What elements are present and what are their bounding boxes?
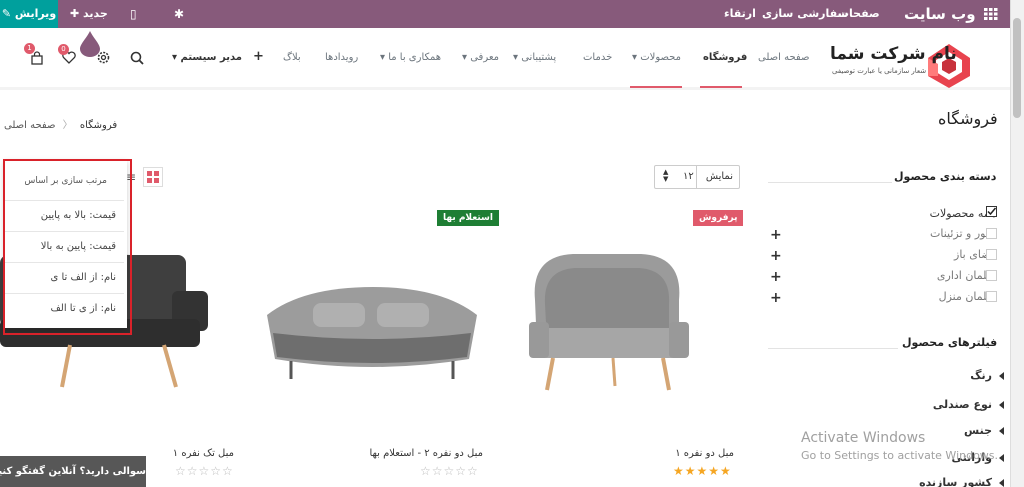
search-icon[interactable]: [130, 51, 144, 65]
caret-left-icon: [999, 479, 1004, 487]
category-home-checkbox[interactable]: [986, 291, 997, 302]
nav-shop-underline: [700, 86, 742, 88]
cart-count-badge: 1: [24, 43, 35, 54]
filter-color[interactable]: رنگ: [970, 369, 992, 382]
main-navbar: نام شرکت شما شعار سازمانی یا عبارت توصیف…: [0, 28, 1010, 90]
expand-home-icon[interactable]: +: [770, 290, 782, 306]
nav-about[interactable]: معرفی ▾: [462, 52, 499, 63]
product-rating-3: ☆☆☆☆☆: [175, 464, 234, 478]
nav-products-underline: [630, 86, 682, 88]
caret-left-icon: [999, 372, 1004, 380]
product-name-1[interactable]: مبل دو نفره ۱: [675, 448, 734, 459]
nav-blog[interactable]: بلاگ: [283, 52, 301, 63]
expand-office-icon[interactable]: +: [770, 269, 782, 285]
activate-windows-subtitle: Go to Settings to activate Windows.: [801, 449, 999, 462]
nav-careers[interactable]: همکاری با ما ▾: [380, 52, 441, 63]
products-per-page-select[interactable]: نمایش ۱۲ ▲ ▼: [654, 165, 740, 189]
grid-view-button[interactable]: [143, 167, 163, 187]
caret-left-icon: [999, 401, 1004, 409]
nav-events[interactable]: رویدادها: [325, 52, 358, 63]
select-arrows-icon: ▲ ▼: [663, 168, 669, 183]
category-outdoor-checkbox[interactable]: [986, 249, 997, 260]
new-button[interactable]: ✚ جدید: [70, 0, 108, 28]
breadcrumb: فروشگاه 〈 صفحه اصلی: [4, 116, 117, 131]
breadcrumb-separator-icon: 〈: [62, 120, 73, 131]
topbar-menu-pages[interactable]: صفحات: [838, 0, 880, 28]
topbar-menu-upgrade[interactable]: ارتقاء: [724, 0, 756, 28]
breadcrumb-current: فروشگاه: [79, 120, 118, 131]
live-chat-button[interactable]: سوالی دارید؟ آنلاین گفتگو کنید.: [0, 456, 146, 487]
scrollbar-thumb[interactable]: [1013, 18, 1021, 118]
wishlist-count-badge: 0: [58, 44, 69, 55]
product-image-2[interactable]: [263, 275, 481, 385]
nav-support[interactable]: پشتیبانی ▾: [513, 52, 556, 63]
filter-country[interactable]: کشور سازنده: [919, 476, 992, 487]
category-decor-checkbox[interactable]: [986, 228, 997, 239]
company-name: نام شرکت شما: [830, 44, 957, 64]
show-label: نمایش: [705, 171, 733, 182]
caret-left-icon: [999, 427, 1004, 435]
category-office-checkbox[interactable]: [986, 270, 997, 281]
category-all-checkbox[interactable]: [986, 206, 997, 217]
nav-products[interactable]: محصولات ▾: [632, 52, 681, 63]
product-image-1[interactable]: [523, 238, 693, 398]
categories-title: دسته بندی محصول: [894, 170, 997, 183]
product-name-3[interactable]: مبل تک نفره ۱: [173, 448, 234, 459]
grid-icon[interactable]: [984, 8, 998, 20]
page-scrollbar[interactable]: [1010, 0, 1024, 487]
company-tagline: شعار سازمانی یا عبارت توصیفی: [832, 67, 927, 75]
site-title: وب سایت: [904, 5, 976, 23]
nav-user-menu[interactable]: مدیر سیستم ▾: [172, 52, 242, 63]
ppg-value: ۱۲: [683, 171, 694, 182]
expand-decor-icon[interactable]: +: [770, 227, 782, 243]
ribbon-request-price: استعلام بها: [437, 210, 499, 226]
product-rating-1: ★★★★★: [673, 464, 732, 478]
page-title: فروشگاه: [938, 109, 998, 128]
gear-icon[interactable]: [96, 50, 111, 65]
breadcrumb-home[interactable]: صفحه اصلی: [4, 120, 55, 131]
filters-title: فیلترهای محصول: [902, 336, 998, 349]
expand-outdoor-icon[interactable]: +: [770, 248, 782, 264]
nav-home[interactable]: صفحه اصلی: [758, 52, 809, 63]
website-editor-bar: ✎ ویرایش ✚ جدید ▯ ✱ ارتقاء سفارشی سازی ص…: [0, 0, 1010, 28]
edit-button[interactable]: ✎ ویرایش: [0, 0, 58, 28]
filter-material[interactable]: جنس: [964, 424, 992, 437]
highlight-box: [3, 159, 132, 335]
filter-chair-type[interactable]: نوع صندلی: [933, 398, 992, 411]
activate-windows-title: Activate Windows: [801, 430, 926, 446]
divider: [768, 182, 892, 183]
product-rating-2: ☆☆☆☆☆: [420, 464, 479, 478]
ribbon-bestseller: پرفروش: [693, 210, 744, 226]
add-menu-button[interactable]: +: [253, 49, 264, 64]
debug-icon[interactable]: ✱: [174, 0, 184, 28]
product-name-2[interactable]: مبل دو نفره ۲ - استعلام بها: [370, 448, 484, 459]
nav-shop[interactable]: فروشگاه: [703, 52, 747, 63]
divider: [768, 348, 898, 349]
nav-services[interactable]: خدمات: [583, 52, 612, 63]
topbar-menu-customize[interactable]: سفارشی سازی: [762, 0, 848, 28]
mobile-preview-icon[interactable]: ▯: [130, 0, 137, 28]
